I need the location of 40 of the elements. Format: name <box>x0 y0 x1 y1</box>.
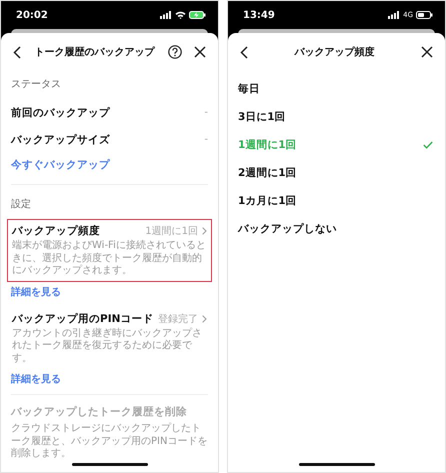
status-time: 20:02 <box>16 10 48 20</box>
chevron-right-icon <box>202 314 207 322</box>
frequency-option[interactable]: 毎日 <box>238 75 435 103</box>
battery-charging-icon <box>189 11 206 19</box>
row-value: - <box>204 107 208 118</box>
section-heading: 設定 <box>11 198 32 211</box>
close-icon[interactable] <box>421 46 433 58</box>
setting-description: アカウントの引き継ぎ時にバックアップされたトーク履歴を復元するために必要です。 <box>12 328 203 365</box>
setting-label: バックアップ用のPINコード <box>12 312 154 326</box>
setting-item[interactable]: バックアップ用のPINコード 登録完了 アカウントの引き継ぎ時にバックアップされたトーク履歴を復元するために必要です。 <box>7 306 212 369</box>
frequency-option[interactable]: 2週間に1回 <box>238 159 435 187</box>
back-icon[interactable] <box>13 46 21 58</box>
delete-description: クラウドストレージにバックアップしたトーク履歴と、バックアップ用のPINコードを削除します。 <box>11 423 208 460</box>
setting-value: 1週間に1回 <box>145 225 198 238</box>
chevron-right-icon <box>202 227 207 235</box>
help-icon[interactable] <box>168 45 182 59</box>
setting-label: バックアップ頻度 <box>12 224 100 238</box>
section-heading: ステータス <box>11 78 62 91</box>
back-icon[interactable] <box>240 46 248 58</box>
screen-title: トーク履歴のバックアップ <box>34 45 156 59</box>
signal-icon <box>160 11 172 19</box>
signal-icon <box>388 11 400 19</box>
close-icon[interactable] <box>194 46 206 58</box>
frequency-option[interactable]: バックアップしない <box>238 215 435 243</box>
details-link[interactable]: 詳細を見る <box>11 284 208 298</box>
backup-now-link[interactable]: 今すぐバックアップ <box>11 153 208 184</box>
checkmark-icon <box>423 141 433 149</box>
row-label: バックアップサイズ <box>11 132 110 146</box>
wifi-icon <box>175 11 186 19</box>
frequency-option[interactable]: 1カ月に1回 <box>238 187 435 215</box>
setting-description: 端末が電源およびWi-Fiに接続されているときに、選択した頻度でトーク履歴が自動的にバックアップされます。 <box>12 240 207 278</box>
details-link[interactable]: 詳細を見る <box>11 372 208 386</box>
status-time: 13:49 <box>243 10 275 20</box>
setting-value: 登録完了 <box>158 312 198 326</box>
screen-title: バックアップ頻度 <box>293 45 376 59</box>
row-label: 前回のバックアップ <box>11 106 110 120</box>
frequency-option[interactable]: 3日に1回 <box>238 103 435 131</box>
setting-item[interactable]: バックアップ頻度 1週間に1回 端末が電源およびWi-Fiに接続されているときに、選択した頻度でトーク履歴が自動的にバックアップされます。 <box>7 219 212 282</box>
battery-icon <box>416 11 433 19</box>
row-value: - <box>204 134 208 145</box>
